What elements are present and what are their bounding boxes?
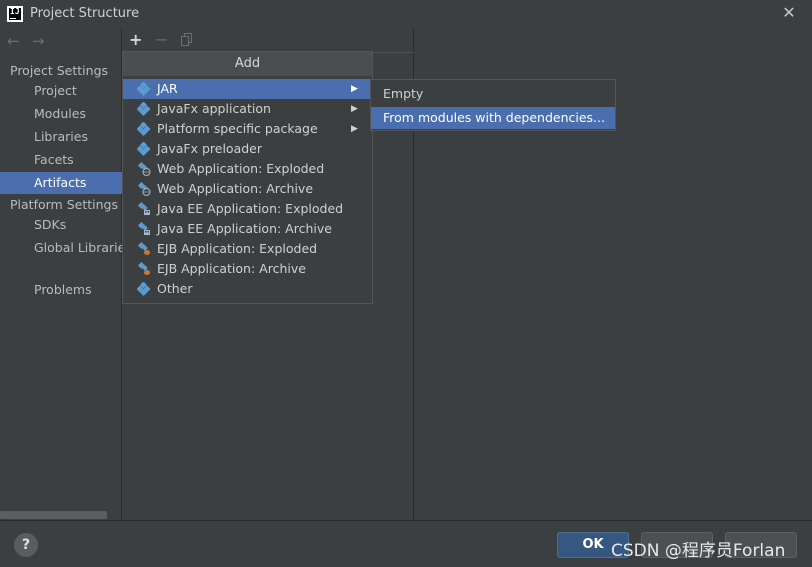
menu-item-javafx-application[interactable]: JavaFx application ▶ (123, 99, 372, 119)
help-button[interactable]: ? (14, 533, 38, 557)
submenu-arrow-icon: ▶ (351, 84, 358, 94)
ejb-artifact-icon (137, 261, 151, 276)
menu-item-label: EJB Application: Exploded (157, 241, 318, 256)
add-icon[interactable]: + (129, 30, 142, 50)
menu-item-ejb-application-exploded[interactable]: EJB Application: Exploded (123, 239, 372, 259)
menu-item-label: Web Application: Exploded (157, 161, 325, 176)
menu-item-jar[interactable]: JAR ▶ (123, 79, 372, 99)
ejb-artifact-icon (137, 241, 151, 256)
menu-item-label: Java EE Application: Archive (157, 221, 332, 236)
forward-arrow-icon[interactable]: → (32, 32, 45, 50)
watermark: CSDN @程序员Forlan (611, 541, 786, 561)
javaee-artifact-icon (137, 221, 151, 236)
menu-item-java-ee-application-exploded[interactable]: Java EE Application: Exploded (123, 199, 372, 219)
artifact-icon (136, 121, 151, 137)
jar-submenu: Empty From modules with dependencies... (370, 79, 616, 131)
sidebar-item-problems[interactable]: Problems (0, 279, 122, 301)
artifact-icon (136, 141, 151, 157)
submenu-item-from-modules[interactable]: From modules with dependencies... (371, 107, 615, 129)
back-arrow-icon[interactable]: ← (7, 32, 20, 50)
menu-item-label: JavaFx application (157, 101, 271, 116)
sidebar-item-sdks[interactable]: SDKs (0, 214, 122, 236)
sidebar-item-facets[interactable]: Facets (0, 149, 122, 171)
submenu-item-empty[interactable]: Empty (371, 83, 615, 105)
sidebar-item-global-libraries[interactable]: Global Libraries (0, 237, 132, 259)
web-artifact-icon (137, 181, 151, 197)
submenu-arrow-icon: ▶ (351, 124, 358, 134)
sidebar-item-modules[interactable]: Modules (0, 103, 122, 125)
remove-icon[interactable]: − (155, 30, 168, 50)
close-icon[interactable]: ✕ (780, 4, 798, 22)
menu-item-label: EJB Application: Archive (157, 261, 306, 276)
sidebar-item-project[interactable]: Project (0, 80, 122, 102)
menu-item-web-application-exploded[interactable]: Web Application: Exploded (123, 159, 372, 179)
popup-title: Add (123, 52, 372, 76)
menu-item-ejb-application-archive[interactable]: EJB Application: Archive (123, 259, 372, 279)
sidebar-horizontal-scrollbar[interactable] (0, 511, 107, 519)
menu-item-javafx-preloader[interactable]: JavaFx preloader (123, 139, 372, 159)
menu-item-label: JavaFx preloader (157, 141, 262, 156)
menu-item-label: Platform specific package (157, 121, 318, 136)
menu-item-platform-specific-package[interactable]: Platform specific package ▶ (123, 119, 372, 139)
submenu-arrow-icon: ▶ (351, 104, 358, 114)
artifact-icon (136, 81, 151, 97)
menu-item-label: JAR (157, 81, 178, 96)
menu-item-java-ee-application-archive[interactable]: Java EE Application: Archive (123, 219, 372, 239)
project-settings-header: Project Settings (10, 63, 109, 78)
intellij-logo-icon: IJ (7, 6, 23, 22)
platform-settings-header: Platform Settings (10, 197, 118, 212)
window-title: Project Structure (30, 6, 140, 21)
menu-item-label: Web Application: Archive (157, 181, 314, 196)
menu-item-other[interactable]: Other (123, 279, 372, 299)
add-artifact-popup: Add JAR ▶ JavaFx application ▶ Platform spec… (122, 51, 373, 304)
sidebar-item-libraries[interactable]: Libraries (0, 126, 122, 148)
artifact-icon (136, 281, 151, 297)
artifact-icon (136, 101, 151, 117)
sidebar-item-artifacts[interactable]: Artifacts (0, 172, 122, 194)
menu-item-label: Other (157, 281, 193, 296)
copy-icon[interactable] (181, 33, 193, 46)
menu-item-label: Java EE Application: Exploded (157, 201, 344, 216)
menu-item-web-application-archive[interactable]: Web Application: Archive (123, 179, 372, 199)
web-artifact-icon (137, 161, 151, 177)
javaee-artifact-icon (137, 201, 151, 216)
